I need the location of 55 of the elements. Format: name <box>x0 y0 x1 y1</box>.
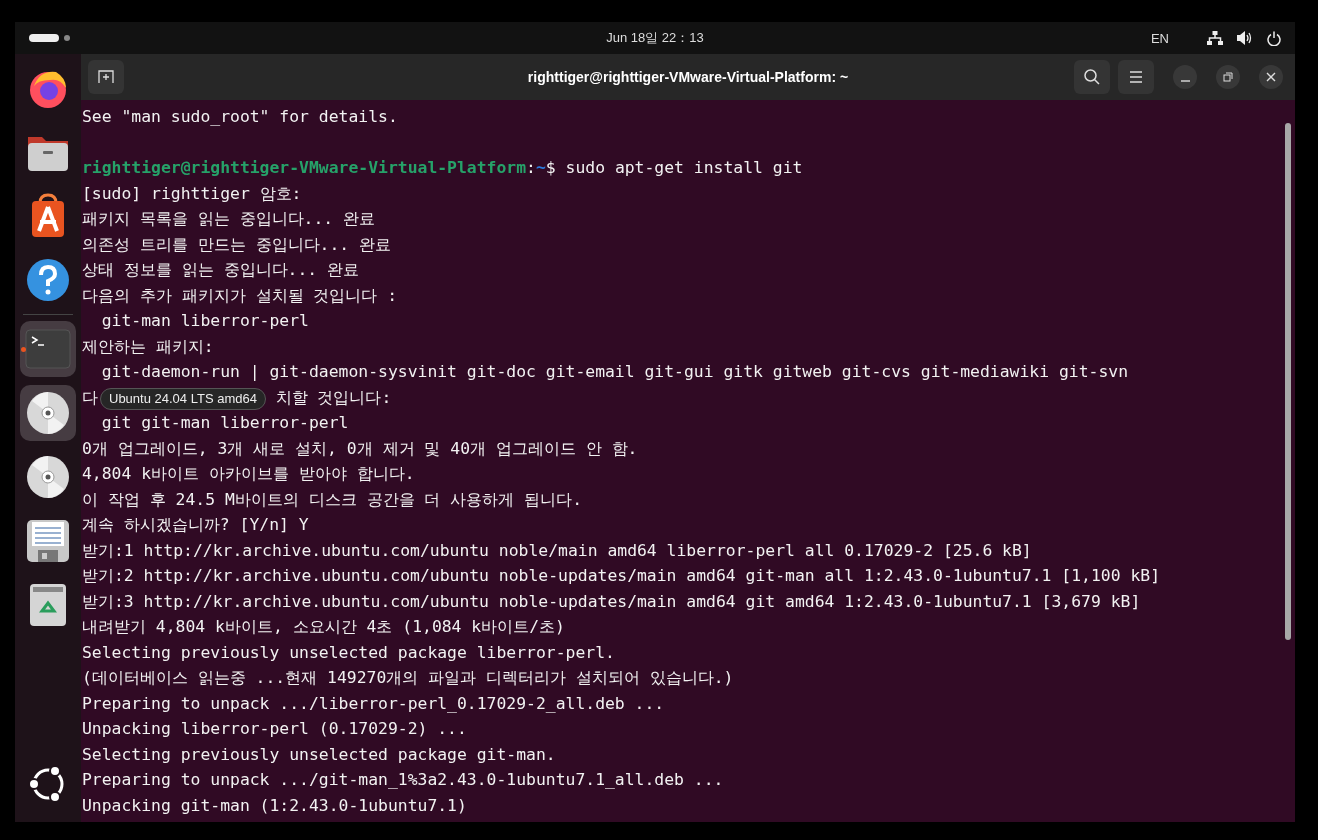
search-icon <box>1084 69 1100 85</box>
help-icon <box>26 258 70 302</box>
terminal-line: (데이터베이스 읽는중 ...현재 149270개의 파일과 디렉터리가 설치되어 있습니다.) <box>82 667 735 689</box>
trash-icon <box>29 583 67 627</box>
menu-icon <box>1129 71 1143 83</box>
terminal-line: 제안하는 패키지: <box>82 335 215 358</box>
terminal-line: 이 작업 후 24.5 M바이트의 디스크 공간을 더 사용하게 됩니다. <box>82 488 584 511</box>
minimize-icon <box>1180 80 1190 82</box>
minimize-button[interactable] <box>1173 65 1197 89</box>
terminal-line: Selecting previously unselected package liberror-perl. <box>82 641 616 664</box>
input-method-indicator[interactable]: EN <box>1150 30 1169 46</box>
terminal-text: 치할 것입니다: <box>275 387 392 407</box>
scrollbar[interactable] <box>1285 123 1291 640</box>
network-icon[interactable] <box>1207 31 1223 45</box>
clock[interactable]: Jun 18일 22：13 <box>606 30 704 45</box>
terminal-line: 0개 업그레이드, 3개 새로 설치, 0개 제거 및 40개 업그레이드 안 함. <box>82 437 639 460</box>
terminal-line: git git-man liberror-perl <box>100 412 350 434</box>
terminal-line: Preparing to unpack .../git-man_1%3a2.43.0-1ubuntu7.1_all.deb ... <box>82 769 725 791</box>
terminal-line: 내려받기 4,804 k바이트, 소요시간 4초 (1,084 k바이트/초) <box>82 616 566 638</box>
tooltip: Ubuntu 24.04 LTS amd64 <box>100 388 266 410</box>
terminal-line: righttiger@righttiger-VMware-Virtual-Platform:~$ sudo apt-get install git <box>82 157 804 179</box>
terminal-line: 다음의 추가 패키지가 설치될 것입니다 : <box>82 284 399 307</box>
restore-icon <box>1223 72 1233 82</box>
window-title: righttiger@righttiger-VMware-Virtual-Platform: ~ <box>527 69 849 85</box>
terminal-line: 4,804 k바이트 아카이브를 받아야 합니다. <box>82 463 416 485</box>
terminal-line: 상태 정보를 읽는 중입니다... 완료 <box>82 259 361 281</box>
terminal-line: 계속 하시겠습니까? [Y/n] Y <box>82 514 310 536</box>
search-button[interactable] <box>1074 60 1110 94</box>
terminal-line: Selecting previously unselected package git-man. <box>82 743 557 766</box>
menu-button[interactable] <box>1118 60 1154 94</box>
new-tab-button[interactable] <box>88 60 124 94</box>
disc-icon <box>26 391 70 435</box>
restore-button[interactable] <box>1216 65 1240 89</box>
power-icon[interactable] <box>1267 30 1281 46</box>
volume-icon[interactable] <box>1237 31 1253 45</box>
terminal-line: Preparing to unpack .../liberror-perl_0.17029-2_all.deb ... <box>82 692 666 715</box>
close-button[interactable] <box>1259 65 1283 89</box>
terminal-line: 패키지 목록을 읽는 중입니다... 완료 <box>82 208 377 230</box>
terminal-line: See "man sudo_root" for details. <box>82 106 399 128</box>
terminal-line: git-man liberror-perl <box>100 310 310 332</box>
terminal-icon <box>25 329 71 369</box>
new-tab-icon <box>98 70 114 84</box>
terminal-line: 받기:2 http://kr.archive.ubuntu.com/ubuntu noble-updates/main amd64 git-man all 1:2.43.0-1ubuntu7.1 [1,100 kB] <box>82 565 1161 587</box>
terminal-line: 의존성 트리를 만드는 중입니다... 완료 <box>82 233 393 256</box>
terminal-line: git-daemon-run | git-daemon-sysvinit git-doc git-email git-gui gitk gitweb git-cvs git-mediawiki git-svn <box>100 361 1129 383</box>
terminal-text: 다 <box>82 387 98 407</box>
terminal-line: [sudo] righttiger 암호: <box>82 182 303 205</box>
terminal-line: 받기:1 http://kr.archive.ubuntu.com/ubuntu noble/main amd64 liberror-perl all 0.17029-2 [25.6 kB] <box>82 539 1033 562</box>
disc-icon <box>26 455 70 499</box>
terminal-line: Unpacking liberror-perl (0.17029-2) ... <box>82 718 468 740</box>
terminal-line: 받기:3 http://kr.archive.ubuntu.com/ubuntu noble-updates/main amd64 git amd64 1:2.43.0-1ubuntu7.1 [3,679 kB] <box>82 590 1142 613</box>
dock-item[interactable] <box>20 385 76 441</box>
terminal-line: Unpacking git-man (1:2.43.0-1ubuntu7.1) <box>82 794 468 817</box>
workspace-indicator-icon[interactable] <box>29 34 71 42</box>
close-icon <box>1266 72 1276 82</box>
